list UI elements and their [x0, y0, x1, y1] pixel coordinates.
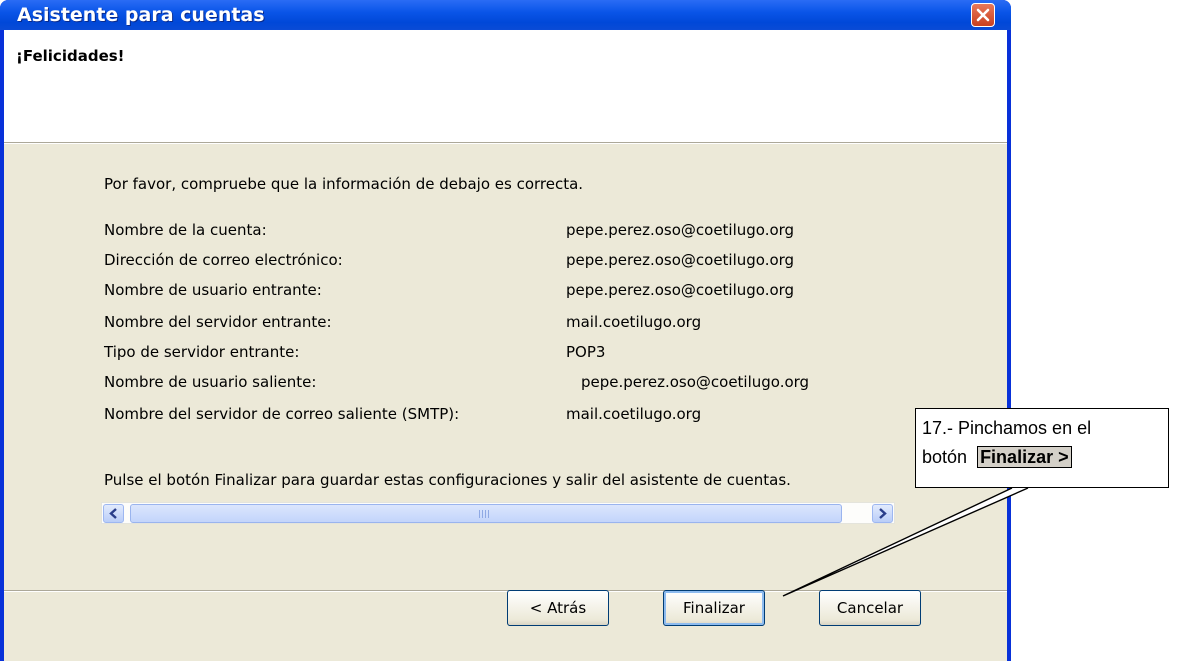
info-value: pepe.perez.oso@coetilugo.org	[566, 251, 795, 269]
dialog-body: ¡Felicidades! Por favor, compruebe que l…	[4, 30, 1007, 661]
callout-button-label: Finalizar >	[977, 446, 1072, 468]
callout-prefix: botón	[922, 447, 968, 467]
info-label: Nombre de usuario saliente:	[104, 373, 317, 391]
instruction-callout: 17.- Pinchamos en el botón Finalizar >	[915, 408, 1169, 488]
info-value: mail.coetilugo.org	[566, 405, 702, 423]
finish-button[interactable]: Finalizar	[663, 590, 765, 626]
arrow-right-icon	[879, 508, 887, 519]
header-divider	[4, 142, 1007, 144]
footer-text: Pulse el botón Finalizar para guardar es…	[104, 471, 791, 489]
callout-text: 17.- Pinchamos en el	[922, 418, 1092, 438]
close-icon	[976, 8, 990, 22]
grip-icon	[479, 510, 491, 518]
info-label: Dirección de correo electrónico:	[104, 251, 343, 269]
info-value: pepe.perez.oso@coetilugo.org	[566, 221, 795, 239]
close-button[interactable]	[971, 3, 995, 27]
info-value: mail.coetilugo.org	[566, 313, 702, 331]
info-value: pepe.perez.oso@coetilugo.org	[566, 281, 795, 299]
wizard-header: ¡Felicidades!	[4, 30, 1007, 142]
scroll-thumb[interactable]	[130, 504, 842, 523]
info-label: Nombre del servidor de correo saliente (…	[104, 405, 460, 423]
intro-text: Por favor, compruebe que la información …	[104, 175, 584, 193]
back-button[interactable]: < Atrás	[507, 590, 609, 626]
info-label: Nombre de la cuenta:	[104, 221, 267, 239]
arrow-left-icon	[109, 508, 117, 519]
info-label: Nombre del servidor entrante:	[104, 313, 332, 331]
scroll-left-button[interactable]	[103, 504, 124, 523]
page-title: ¡Felicidades!	[16, 47, 125, 65]
info-label: Nombre de usuario entrante:	[104, 281, 322, 299]
info-label: Tipo de servidor entrante:	[104, 343, 300, 361]
callout-text-line2: botón Finalizar >	[922, 446, 1072, 468]
info-value: pepe.perez.oso@coetilugo.org	[581, 373, 810, 391]
scroll-right-button[interactable]	[872, 504, 893, 523]
title-bar[interactable]: Asistente para cuentas	[0, 0, 1011, 30]
horizontal-scrollbar[interactable]	[101, 502, 895, 524]
window-title: Asistente para cuentas	[17, 4, 265, 26]
account-wizard-window: Asistente para cuentas ¡Felicidades! Por…	[0, 0, 1011, 661]
info-value: POP3	[566, 343, 606, 361]
cancel-button[interactable]: Cancelar	[819, 590, 921, 626]
